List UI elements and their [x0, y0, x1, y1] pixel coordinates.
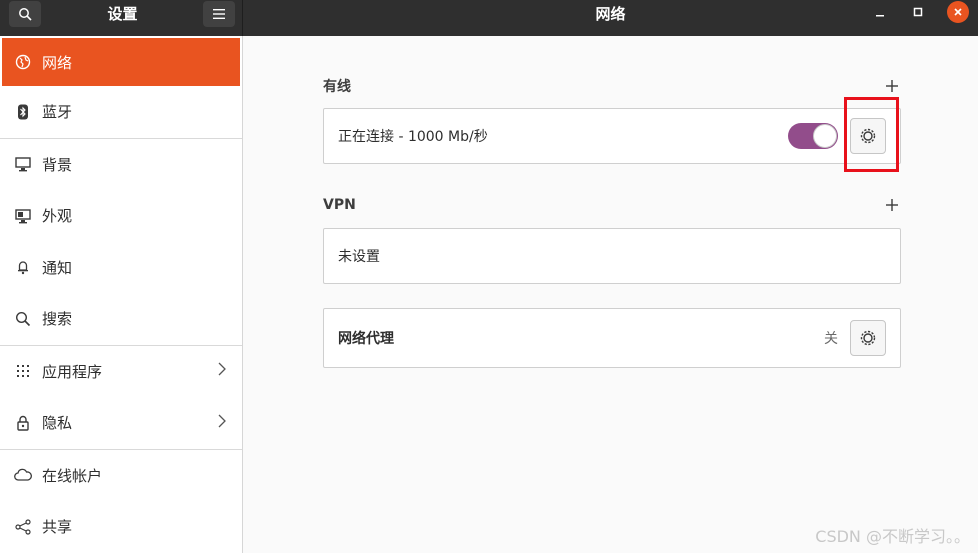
settings-window: 设置 网络 网络 蓝牙 背景 外观 通知 搜索 应用程序 隐私 在线帐户 共享 … [0, 0, 978, 553]
background-icon [14, 155, 32, 173]
sidebar-item-background[interactable]: 背景 [0, 139, 242, 191]
network-panel: 有线 正在连接 - 1000 Mb/秒 VPN 未设置 网络代理 关 CSDN … [244, 36, 978, 553]
proxy-state: 关 [824, 331, 838, 347]
sidebar-item-appearance[interactable]: 外观 [0, 190, 242, 242]
wired-connection-row: 正在连接 - 1000 Mb/秒 [323, 108, 901, 164]
apps-grid-icon [14, 362, 32, 380]
sidebar-item-label: 搜索 [42, 310, 73, 329]
sidebar-item-label: 外观 [42, 207, 73, 226]
wired-status: 正在连接 - 1000 Mb/秒 [338, 129, 488, 145]
vpn-section-title: VPN [323, 197, 356, 213]
proxy-settings-button[interactable] [850, 320, 886, 356]
sidebar-item-label: 蓝牙 [42, 103, 73, 122]
sidebar-item-label: 隐私 [42, 414, 73, 433]
plus-icon [886, 199, 898, 211]
sidebar-item-applications[interactable]: 应用程序 [0, 346, 242, 398]
sidebar-item-online-accounts[interactable]: 在线帐户 [0, 450, 242, 502]
lock-icon [14, 414, 32, 432]
sidebar-item-label: 在线帐户 [42, 466, 103, 485]
header-bar: 设置 网络 [0, 0, 978, 36]
search-button[interactable] [9, 1, 41, 27]
sidebar-item-bluetooth[interactable]: 蓝牙 [0, 86, 242, 138]
sidebar-item-network[interactable]: 网络 [2, 38, 240, 86]
search-icon [14, 310, 32, 328]
maximize-button[interactable] [907, 1, 929, 23]
sidebar-item-label: 网络 [42, 53, 73, 72]
sidebar: 网络 蓝牙 背景 外观 通知 搜索 应用程序 隐私 在线帐户 共享 [0, 36, 243, 553]
wired-toggle[interactable] [788, 123, 838, 149]
bell-icon [14, 258, 32, 276]
proxy-label: 网络代理 [338, 331, 394, 347]
chevron-right-icon [218, 362, 226, 380]
chevron-right-icon [218, 414, 226, 432]
sidebar-item-search[interactable]: 搜索 [0, 293, 242, 345]
vpn-status: 未设置 [338, 249, 380, 265]
gear-icon [860, 330, 876, 346]
appearance-icon [14, 207, 32, 225]
network-globe-icon [14, 53, 32, 71]
add-vpn-button[interactable] [883, 196, 901, 214]
cloud-icon [14, 466, 32, 484]
toggle-knob [813, 124, 837, 148]
sidebar-item-label: 背景 [42, 155, 73, 174]
watermark: CSDN @不断学习。。 [815, 527, 970, 546]
sidebar-item-sharing[interactable]: 共享 [0, 501, 242, 553]
close-icon [954, 8, 962, 16]
hamburger-menu-icon [213, 9, 225, 19]
search-icon [19, 8, 32, 21]
network-proxy-row[interactable]: 网络代理 关 [323, 308, 901, 368]
plus-icon [886, 80, 898, 92]
wired-section-title: 有线 [323, 79, 351, 95]
highlight-box [844, 97, 899, 172]
close-button[interactable] [947, 1, 969, 23]
sidebar-item-notifications[interactable]: 通知 [0, 242, 242, 294]
vpn-row: 未设置 [323, 228, 901, 284]
page-title: 网络 [595, 5, 626, 23]
menu-button[interactable] [203, 1, 235, 27]
share-icon [14, 518, 32, 536]
vpn-section-header: VPN [323, 194, 901, 216]
sidebar-item-privacy[interactable]: 隐私 [0, 397, 242, 449]
maximize-icon [913, 7, 923, 17]
add-wired-button[interactable] [883, 77, 901, 95]
sidebar-header: 设置 [0, 0, 243, 36]
wired-section-header: 有线 [323, 75, 901, 97]
minimize-icon [876, 15, 884, 17]
bluetooth-icon [14, 103, 32, 121]
sidebar-item-label: 共享 [42, 518, 73, 537]
sidebar-item-label: 应用程序 [42, 362, 103, 381]
sidebar-item-label: 通知 [42, 258, 73, 277]
settings-title: 设置 [107, 5, 138, 23]
minimize-button[interactable] [869, 1, 891, 23]
